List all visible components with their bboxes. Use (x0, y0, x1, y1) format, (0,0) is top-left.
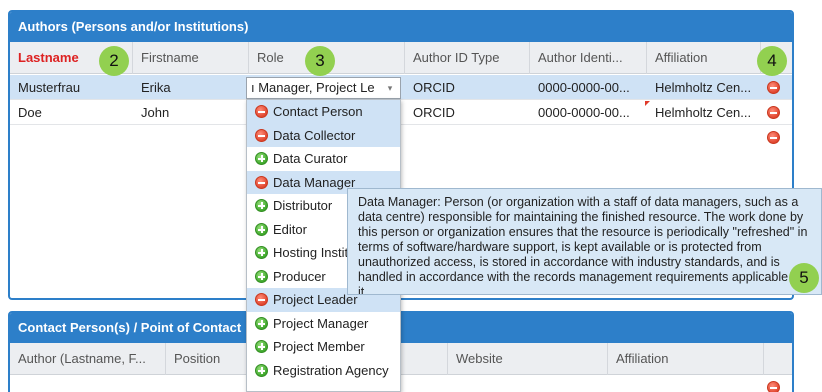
remove-role-icon[interactable] (255, 293, 268, 306)
add-role-icon[interactable] (255, 269, 268, 283)
cell-author-identifier[interactable]: 0000-0000-00... (530, 75, 647, 100)
annotation-badge-2: 2 (99, 46, 129, 76)
cell-lastname[interactable]: Doe (10, 100, 133, 125)
role-option-project-member[interactable]: Project Member (247, 335, 400, 359)
cell-firstname[interactable]: Erika (133, 75, 249, 100)
role-option-label: Data Manager (273, 174, 356, 190)
annotation-badge-5: 5 (789, 263, 819, 293)
role-option-label: Distributor (273, 198, 333, 213)
remove-row-icon[interactable] (767, 131, 780, 144)
remove-row-icon[interactable] (767, 81, 780, 94)
add-role-icon[interactable] (255, 316, 268, 330)
remove-role-icon[interactable] (255, 128, 268, 142)
contacts-panel: Contact Person(s) / Point of Contact Aut… (8, 311, 794, 392)
cell-author-identifier[interactable]: 0000-0000-00... (530, 100, 647, 125)
remove-role-icon[interactable] (255, 105, 268, 118)
cell-author-id-type[interactable]: ORCID (405, 100, 530, 125)
table-row[interactable]: Musterfrau Erika ORCID 0000-0000-00... H… (10, 75, 792, 100)
role-select-value: ı Manager, Project Le (251, 80, 375, 95)
role-option-registration-agency[interactable]: Registration Agency (247, 359, 400, 383)
column-header-author[interactable]: Author (Lastname, F... (10, 343, 166, 375)
add-role-icon[interactable] (255, 246, 268, 259)
role-option-data-collector[interactable]: Data Collector (247, 123, 400, 147)
remove-row-icon[interactable] (767, 381, 780, 392)
role-option-label: Registration Agency (273, 362, 389, 378)
column-header-affiliation[interactable]: Affiliation (608, 343, 764, 375)
role-option-label: Data Curator (273, 151, 348, 166)
cell-firstname[interactable]: John (133, 100, 249, 125)
cell-author-id-type[interactable]: ORCID (405, 75, 530, 100)
add-role-icon[interactable] (255, 340, 268, 353)
cell-lastname[interactable]: Musterfrau (10, 75, 133, 100)
role-option-label: Producer (273, 268, 326, 284)
add-role-icon[interactable] (255, 222, 268, 236)
annotation-badge-3: 3 (305, 46, 335, 76)
contacts-panel-title: Contact Person(s) / Point of Contact (10, 313, 792, 343)
role-option-contact-person[interactable]: Contact Person (247, 100, 400, 124)
cell-affiliation[interactable]: Helmholtz Cen... (647, 100, 761, 125)
role-option-label: Data Collector (273, 127, 356, 143)
remove-role-icon[interactable] (255, 175, 268, 189)
add-role-icon[interactable] (255, 152, 268, 165)
remove-row-icon[interactable] (767, 106, 780, 119)
column-header-firstname[interactable]: Firstname (133, 42, 249, 74)
add-role-icon[interactable] (255, 363, 268, 377)
column-header-position[interactable]: Position (166, 343, 248, 375)
table-row[interactable]: Doe John ORCID 0000-0000-00... Helmholtz… (10, 100, 792, 125)
role-option-label: Editor (273, 221, 307, 237)
role-option-label: Project Leader (273, 292, 358, 307)
role-tooltip: Data Manager: Person (or organization wi… (347, 188, 822, 295)
add-role-icon[interactable] (255, 199, 268, 212)
contacts-grid-header: Author (Lastname, F... Position Website … (10, 343, 792, 375)
role-tooltip-text: Data Manager: Person (or organization wi… (358, 195, 808, 295)
role-option-label: Project Manager (273, 315, 369, 331)
role-option-project-manager[interactable]: Project Manager (247, 312, 400, 336)
table-row-empty[interactable] (10, 125, 792, 150)
column-header-author-identifier[interactable]: Author Identi... (530, 42, 647, 74)
role-option-label: Contact Person (273, 104, 363, 119)
authors-panel-title: Authors (Persons and/or Institutions) (10, 12, 792, 42)
column-header-author-id-type[interactable]: Author ID Type (405, 42, 530, 74)
column-header-website[interactable]: Website (448, 343, 608, 375)
role-option-label: Project Member (273, 339, 365, 354)
chevron-down-icon[interactable]: ▾ (384, 78, 396, 98)
cell-affiliation[interactable]: Helmholtz Cen... (647, 75, 761, 100)
role-select[interactable]: ı Manager, Project Le ▾ (246, 77, 401, 99)
annotation-badge-4: 4 (757, 46, 787, 76)
role-option-data-curator[interactable]: Data Curator (247, 147, 400, 171)
modified-cell-marker (645, 101, 650, 106)
column-header-affiliation[interactable]: Affiliation (647, 42, 761, 74)
